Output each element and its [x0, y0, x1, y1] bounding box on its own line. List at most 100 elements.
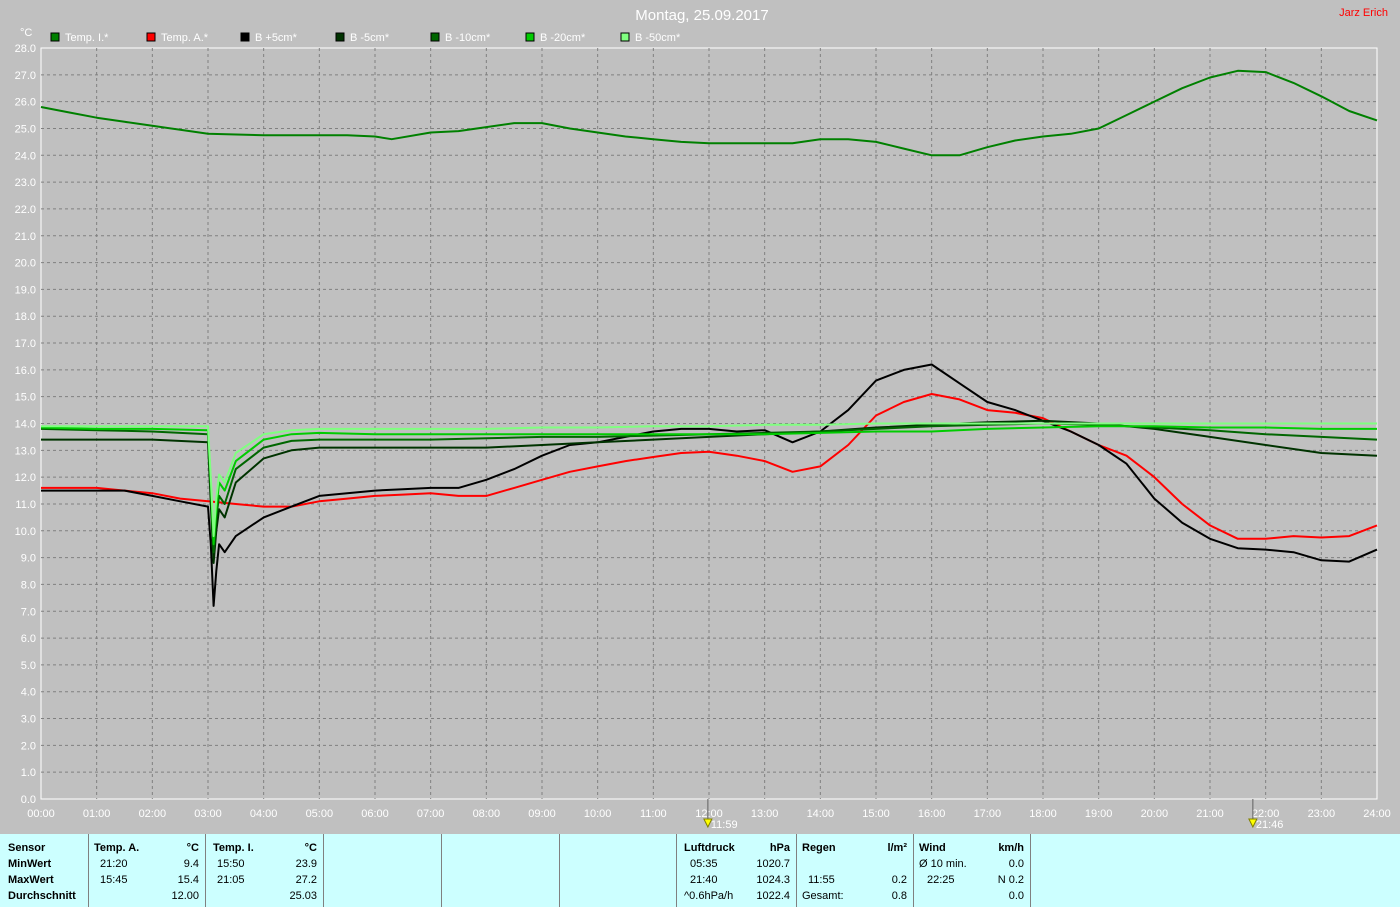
y-tick-label: 12.0	[15, 472, 36, 484]
temp-a-min-time: 21:20	[100, 858, 128, 870]
x-tick-label: 05:00	[306, 808, 334, 820]
legend-label: B -50cm*	[635, 32, 681, 44]
x-tick-label: 20:00	[1141, 808, 1169, 820]
temp-i-column: Temp. I. °C 15:50 23.9 21:05 27.2 25.03	[205, 834, 324, 907]
y-tick-label: 17.0	[15, 338, 36, 350]
y-tick-label: 26.0	[15, 97, 36, 109]
y-tick-label: 13.0	[15, 445, 36, 457]
y-axis-unit: °C	[20, 27, 32, 39]
x-tick-label: 23:00	[1308, 808, 1336, 820]
y-tick-label: 10.0	[15, 526, 36, 538]
x-tick-label: 21:00	[1196, 808, 1224, 820]
y-tick-label: 18.0	[15, 311, 36, 323]
y-tick-label: 22.0	[15, 204, 36, 216]
x-tick-label: 14:00	[807, 808, 835, 820]
x-tick-label: 16:00	[918, 808, 946, 820]
rain-total-label: Gesamt:	[802, 890, 844, 902]
row-label-avg: Durchschnitt	[8, 890, 76, 902]
sensor-column: Sensor MinWert MaxWert Durchschnitt	[0, 834, 89, 907]
x-tick-label: 09:00	[528, 808, 556, 820]
y-tick-label: 11.0	[15, 499, 36, 511]
temp-i-header: Temp. I.	[213, 842, 254, 854]
wind-avg-label: Ø 10 min.	[919, 858, 967, 870]
x-tick-label: 00:00	[27, 808, 55, 820]
y-tick-label: 2.0	[21, 740, 36, 752]
y-tick-label: 4.0	[21, 687, 36, 699]
temp-i-min-time: 15:50	[217, 858, 245, 870]
x-tick-label: 17:00	[974, 808, 1002, 820]
empty-column-3	[559, 834, 677, 907]
x-tick-label: 01:00	[83, 808, 111, 820]
x-tick-label: 10:00	[584, 808, 612, 820]
x-tick-label: 08:00	[473, 808, 501, 820]
row-label-max: MaxWert	[8, 874, 54, 886]
legend-label: B +5cm*	[255, 32, 298, 44]
rain-max-time: 11:55	[808, 874, 835, 886]
temp-i-min-value: 23.9	[295, 858, 317, 870]
legend-swatch	[430, 32, 440, 42]
wind-max-time: 22:25	[927, 874, 955, 886]
author-label: Jarz Erich	[1339, 7, 1388, 19]
y-tick-label: 25.0	[15, 123, 36, 135]
y-tick-label: 5.0	[21, 660, 36, 672]
y-tick-label: 14.0	[15, 419, 36, 431]
wind-avg-value: 0.0	[1008, 858, 1024, 870]
y-tick-label: 16.0	[15, 365, 36, 377]
y-tick-label: 15.0	[15, 392, 36, 404]
temp-a-header: Temp. A.	[94, 842, 140, 854]
temp-i-max-value: 27.2	[295, 874, 317, 886]
legend-swatch	[50, 32, 60, 42]
wind-max-value: N 0.2	[997, 874, 1024, 886]
legend-label: Temp. A.*	[161, 32, 209, 44]
marker-label: 11:59	[711, 819, 738, 831]
legend-label: B -10cm*	[445, 32, 491, 44]
row-label-min: MinWert	[8, 858, 52, 870]
temp-i-max-time: 21:05	[217, 874, 245, 886]
wind-column: Wind km/h Ø 10 min. 0.0 22:25 N 0.2 0.0	[913, 834, 1031, 907]
rain-total-value: 0.8	[891, 890, 907, 902]
wind-average: 0.0	[1008, 890, 1024, 902]
legend-swatch	[240, 32, 250, 42]
pressure-min-time: 05:35	[690, 858, 718, 870]
x-tick-label: 07:00	[417, 808, 445, 820]
pressure-min-value: 1020.7	[756, 858, 790, 870]
legend-label: Temp. I.*	[65, 32, 109, 44]
marker-label: 21:46	[1256, 819, 1284, 831]
temp-i-average: 25.03	[289, 890, 317, 902]
legend-swatch	[525, 32, 535, 42]
legend-swatch	[335, 32, 345, 42]
temp-a-min-value: 9.4	[183, 858, 199, 870]
x-tick-label: 24:00	[1363, 808, 1391, 820]
y-tick-label: 27.0	[15, 70, 36, 82]
y-tick-label: 9.0	[21, 553, 36, 565]
empty-column-1	[323, 834, 442, 907]
y-tick-label: 6.0	[21, 633, 36, 645]
rain-column: Regen l/m² 11:55 0.2 Gesamt: 0.8	[796, 834, 914, 907]
y-tick-label: 1.0	[21, 767, 36, 779]
x-tick-label: 15:00	[862, 808, 890, 820]
x-tick-label: 04:00	[250, 808, 278, 820]
legend-label: B -20cm*	[540, 32, 586, 44]
x-tick-label: 03:00	[194, 808, 222, 820]
x-tick-label: 02:00	[139, 808, 167, 820]
x-tick-label: 06:00	[361, 808, 389, 820]
chart-title: Montag, 25.09.2017	[635, 7, 768, 24]
rain-unit: l/m²	[887, 842, 907, 854]
temp-a-unit: °C	[186, 842, 199, 854]
temp-a-average: 12.00	[171, 890, 199, 902]
temp-a-max-time: 15:45	[100, 874, 128, 886]
pressure-unit: hPa	[769, 842, 790, 854]
y-tick-label: 3.0	[21, 714, 36, 726]
y-tick-label: 21.0	[15, 231, 36, 243]
temp-i-unit: °C	[304, 842, 317, 854]
x-tick-label: 18:00	[1029, 808, 1057, 820]
y-tick-label: 0.0	[21, 794, 36, 806]
temp-a-max-value: 15.4	[177, 874, 199, 886]
pressure-column: Luftdruck hPa 05:35 1020.7 21:40 1024.3 …	[676, 834, 797, 907]
pressure-trend: ^0.6hPa/h	[684, 890, 734, 902]
y-tick-label: 20.0	[15, 258, 36, 270]
statistics-panel: Sensor MinWert MaxWert Durchschnitt Temp…	[0, 834, 1400, 907]
sensor-header: Sensor	[8, 842, 46, 854]
pressure-average: 1022.4	[756, 890, 790, 902]
y-tick-label: 28.0	[15, 43, 36, 55]
